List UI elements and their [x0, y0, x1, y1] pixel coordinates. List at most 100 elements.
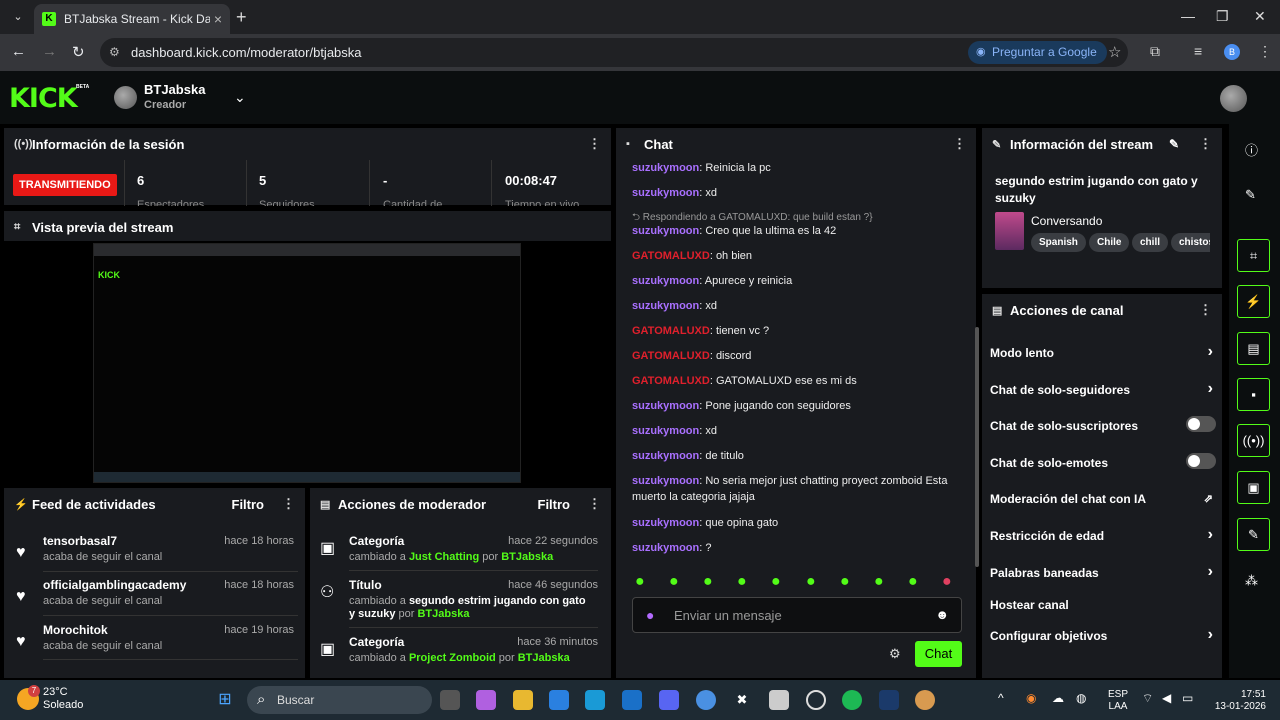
follower-name[interactable]: officialgamblingacademy [43, 578, 186, 592]
capcut-icon[interactable]: ✖ [732, 690, 752, 710]
file-explorer-icon[interactable] [513, 690, 533, 710]
send-chat-button[interactable]: Chat [915, 641, 962, 667]
tray-app-icon[interactable]: ◉ [1026, 692, 1036, 704]
slow-mode-item[interactable]: Modo lento › [990, 343, 1216, 360]
emote-icon[interactable]: ● [703, 573, 713, 591]
mail-icon[interactable] [622, 690, 642, 710]
task-view-icon[interactable] [440, 690, 460, 710]
ask-google-button[interactable]: Preguntar a Google [968, 41, 1107, 64]
kick-logo[interactable]: KICK [9, 83, 78, 114]
bookmark-star-icon[interactable]: ☆ [1108, 43, 1121, 61]
follower-name[interactable]: tensorbasal7 [43, 534, 117, 548]
mod-filter-button[interactable]: Filtro [538, 497, 571, 512]
store-icon[interactable] [549, 690, 569, 710]
edit-icon[interactable]: ✎ [1245, 187, 1256, 203]
chat-widget-button[interactable]: ▪ [1237, 378, 1270, 411]
host-channel-item[interactable]: Hostear canal [990, 598, 1216, 612]
more-options-icon[interactable]: ⋮ [588, 496, 601, 512]
extensions-icon[interactable]: ⧉ [1150, 43, 1160, 60]
more-options-icon[interactable]: ⋮ [588, 136, 601, 152]
edit-icon[interactable]: ✎ [1169, 137, 1179, 151]
tag[interactable]: Chile [1089, 233, 1130, 252]
language-indicator[interactable]: ESP LAA [1108, 689, 1128, 713]
goals-item[interactable]: Configurar objetivos › [990, 626, 1216, 643]
info-icon[interactable]: ⓘ [1245, 140, 1258, 159]
forward-icon[interactable]: → [42, 43, 57, 60]
broadcast-widget-button[interactable]: ((•)) [1237, 424, 1270, 457]
preview-widget-button[interactable]: ⌗ [1237, 239, 1270, 272]
reload-icon[interactable]: ↻ [72, 43, 85, 61]
battery-icon[interactable]: ▭ [1182, 692, 1193, 704]
stream-preview-video[interactable]: KICK [93, 243, 521, 483]
close-window-icon[interactable]: ✕ [1254, 8, 1266, 25]
start-icon[interactable]: ⊞ [215, 690, 235, 710]
more-options-icon[interactable]: ⋮ [1199, 136, 1212, 152]
category-name[interactable]: Conversando [1031, 214, 1102, 228]
more-options-icon[interactable]: ⋮ [282, 496, 295, 512]
wrench-widget-button[interactable]: ✎ [1237, 518, 1270, 551]
clock[interactable]: 17:51 13-01-2026 [1208, 689, 1266, 713]
ai-moderation-item[interactable]: Moderación del chat con IA ⇗ [990, 492, 1216, 506]
emote-icon[interactable]: ● [908, 573, 918, 591]
subs-only-toggle[interactable] [1186, 416, 1216, 432]
follower-name[interactable]: Morochitok [43, 623, 108, 637]
notes-widget-button[interactable]: ▤ [1237, 332, 1270, 365]
media-icon[interactable]: ≡ [1194, 43, 1202, 59]
minimize-icon[interactable]: — [1181, 8, 1195, 24]
tag[interactable]: chistos [1171, 233, 1210, 252]
tag[interactable]: chill [1132, 233, 1169, 252]
back-icon[interactable]: ← [11, 43, 26, 60]
omnibox[interactable]: ⚙ dashboard.kick.com/moderator/btjabska … [100, 38, 1128, 67]
site-info-icon[interactable]: ⚙ [109, 45, 120, 59]
tray-app2-icon[interactable]: ◍ [1076, 692, 1086, 704]
emote-icon[interactable]: ● [771, 573, 781, 591]
more-options-icon[interactable]: ⋮ [1199, 302, 1212, 318]
tab-search-icon[interactable]: ⌄ [7, 7, 29, 27]
chevron-down-icon[interactable]: ⌄ [234, 89, 246, 106]
more-options-icon[interactable]: ⋮ [953, 136, 966, 152]
activity-widget-button[interactable]: ⚡ [1237, 285, 1270, 318]
steam-icon[interactable] [879, 690, 899, 710]
age-restriction-item[interactable]: Restricción de edad › [990, 526, 1216, 543]
browser-tab[interactable]: K BTJabska Stream - Kick Dashboard × [34, 4, 230, 34]
tag[interactable]: Spanish [1031, 233, 1086, 252]
onedrive-icon[interactable]: ☁ [1052, 692, 1064, 704]
emoji-icon[interactable]: ☻ [935, 607, 949, 622]
wifi-icon[interactable]: ⌔ [1142, 692, 1153, 704]
followers-only-item[interactable]: Chat de solo-seguidores › [990, 380, 1216, 397]
microphone-icon[interactable]: ● [646, 607, 654, 623]
edge-icon[interactable] [585, 690, 605, 710]
mod-widget-button[interactable]: ▣ [1237, 471, 1270, 504]
emote-icon[interactable]: ● [840, 573, 850, 591]
emotes-only-toggle[interactable] [1186, 453, 1216, 469]
emote-icon[interactable]: ● [669, 573, 679, 591]
emote-icon[interactable]: ● [635, 573, 645, 591]
discord-icon[interactable] [659, 690, 679, 710]
apps-icon[interactable]: ⁂ [1245, 573, 1258, 589]
emote-icon[interactable]: ● [737, 573, 747, 591]
restore-icon[interactable]: ❐ [1216, 8, 1229, 25]
profile-avatar[interactable]: B [1224, 44, 1240, 60]
emote-icon[interactable]: ● [942, 573, 952, 591]
obs-icon[interactable] [806, 690, 826, 710]
activity-filter-button[interactable]: Filtro [232, 497, 265, 512]
header-profile-avatar[interactable] [1220, 85, 1247, 112]
chat-scrollbar[interactable] [975, 327, 979, 567]
close-tab-icon[interactable]: × [214, 11, 222, 27]
spotify-icon[interactable] [842, 690, 862, 710]
copilot-icon[interactable] [476, 690, 496, 710]
weather-widget[interactable]: 23°C Soleado [43, 686, 83, 712]
chat-input[interactable]: ● Enviar un mensaje ☻ [632, 597, 962, 633]
tray-chevron-icon[interactable]: ^ [998, 692, 1004, 704]
volume-icon[interactable]: ◀ [1162, 692, 1171, 704]
app-icon[interactable] [769, 690, 789, 710]
emote-icon[interactable]: ● [874, 573, 884, 591]
game-icon[interactable] [915, 690, 935, 710]
chat-settings-icon[interactable]: ⚙ [889, 646, 901, 662]
banned-words-item[interactable]: Palabras baneadas › [990, 563, 1216, 580]
new-tab-icon[interactable]: + [236, 7, 247, 28]
emote-icon[interactable]: ● [806, 573, 816, 591]
taskbar-search[interactable]: Buscar [247, 686, 432, 714]
menu-dots-icon[interactable]: ⋮ [1258, 43, 1272, 60]
chrome-icon[interactable] [696, 690, 716, 710]
